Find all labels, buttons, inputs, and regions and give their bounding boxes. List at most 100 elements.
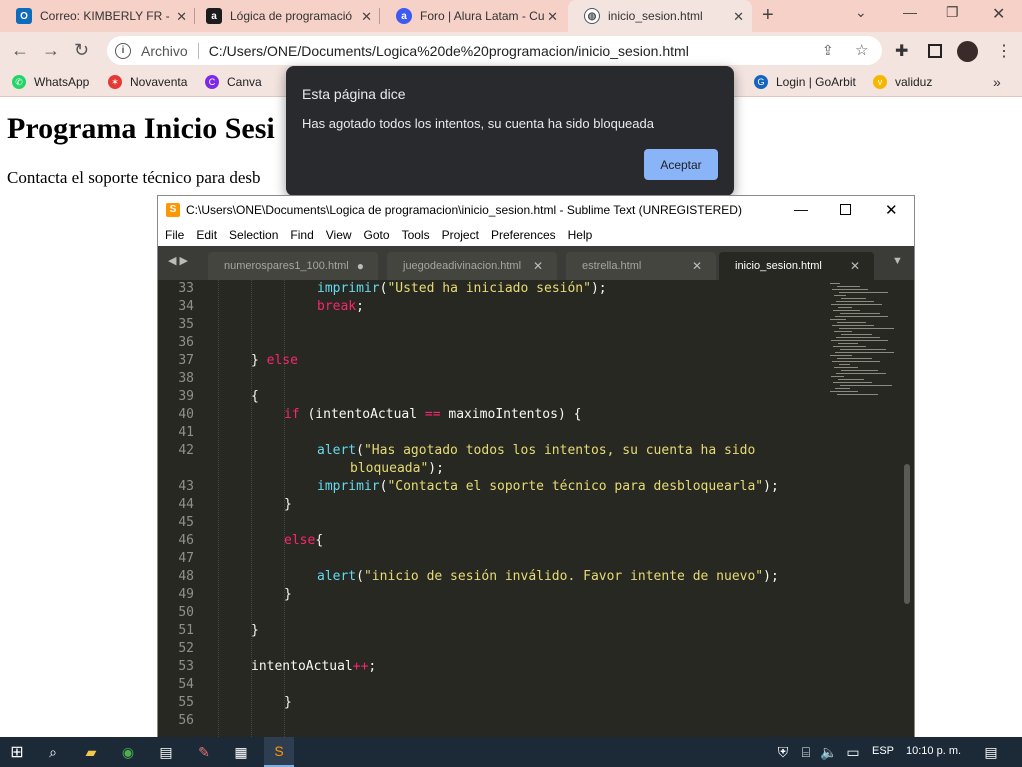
editor-tab-label: estrella.html — [582, 260, 642, 272]
close-window-icon[interactable]: ✕ — [992, 4, 1005, 24]
minimize-icon[interactable]: — — [794, 201, 808, 217]
share-icon[interactable]: ⇪ — [822, 42, 834, 59]
editor-scrollbar[interactable] — [904, 464, 910, 604]
reload-icon[interactable]: ↻ — [74, 40, 89, 61]
code-token: == — [424, 407, 441, 422]
bookmark-goarbit[interactable]: G Login | GoArbit — [754, 75, 856, 89]
browser-tab[interactable]: a Foro | Alura Latam - Cu ✕ — [380, 0, 566, 32]
notifications-icon[interactable]: ▤ — [980, 742, 1002, 762]
close-tab-icon[interactable]: ✕ — [692, 259, 702, 273]
windows-taskbar: ⊞ ⌕ ▰ ◉ ▤ ✎ ▦ S ⛨ ⌸ 🔈 ▭ ESP 10:10 p. m. … — [0, 737, 1022, 767]
display-icon[interactable]: ▭ — [842, 742, 864, 762]
editor-tab[interactable]: estrella.html ✕ — [566, 252, 716, 280]
close-tab-icon[interactable]: ✕ — [547, 9, 558, 25]
restore-icon[interactable]: ❐ — [946, 4, 959, 21]
browser-tab[interactable]: a Lógica de programació ✕ — [190, 0, 380, 32]
notepad-icon[interactable]: ▤ — [155, 742, 177, 762]
minimap-line — [836, 373, 886, 374]
editor-tab[interactable]: juegodeadivinacion.html ✕ — [387, 252, 557, 280]
bookmark-whatsapp[interactable]: ✆ WhatsApp — [12, 75, 89, 89]
volume-icon[interactable]: 🔈 — [818, 742, 840, 762]
calculator-icon[interactable]: ▦ — [230, 742, 252, 762]
editor-tab-label: numerospares1_100.html — [224, 260, 349, 272]
dialog-title: Esta página dice — [302, 86, 406, 102]
menu-item-project[interactable]: Project — [442, 228, 479, 242]
code-text: intentoActual++; — [251, 658, 376, 676]
clock[interactable]: 10:10 p. m. — [906, 745, 961, 757]
file-explorer-icon[interactable]: ▰ — [80, 742, 102, 762]
menu-item-help[interactable]: Help — [568, 228, 593, 242]
menu-item-find[interactable]: Find — [290, 228, 313, 242]
minimap-line — [831, 340, 888, 341]
minimap[interactable] — [826, 280, 906, 410]
close-window-icon[interactable]: ✕ — [885, 201, 898, 219]
browser-tab[interactable]: O Correo: KIMBERLY FR - ✕ — [0, 0, 195, 32]
code-token: { — [315, 533, 324, 548]
new-tab-icon[interactable]: + — [762, 4, 774, 27]
network-icon[interactable]: ⌸ — [795, 742, 817, 762]
search-icon[interactable]: ⌕ — [42, 742, 64, 762]
close-tab-icon[interactable]: ✕ — [850, 259, 860, 273]
paint-icon[interactable]: ✎ — [193, 742, 215, 762]
bookmark-label: WhatsApp — [34, 75, 90, 89]
editor-tab[interactable]: numerospares1_100.html ● — [208, 252, 378, 280]
sublime-taskbar-icon[interactable]: S — [264, 737, 294, 767]
code-text: alert("Has agotado todos los intentos, s… — [317, 442, 755, 460]
close-tab-icon[interactable]: ✕ — [176, 9, 187, 25]
forward-icon[interactable]: → — [42, 40, 60, 61]
editor-tab-label: inicio_sesion.html — [735, 260, 822, 272]
more-bookmarks-icon[interactable]: » — [993, 74, 1001, 90]
bookmark-validuz[interactable]: v validuz — [873, 75, 932, 89]
code-token: intentoActual — [251, 659, 353, 674]
security-icon[interactable]: ⛨ — [772, 742, 794, 762]
menu-item-view[interactable]: View — [326, 228, 352, 242]
window-title: C:\Users\ONE\Documents\Logica de program… — [186, 203, 742, 217]
chrome-icon[interactable]: ◉ — [117, 742, 139, 762]
minimap-line — [833, 382, 872, 383]
bookmark-novaventa[interactable]: ✶ Novaventa — [108, 75, 187, 89]
menu-item-goto[interactable]: Goto — [364, 228, 390, 242]
address-bar[interactable]: i Archivo C:/Users/ONE/Documents/Logica%… — [107, 36, 882, 65]
bookmark-star-icon[interactable]: ☆ — [855, 41, 868, 59]
tab-dropdown-icon[interactable]: ▼ — [892, 255, 903, 267]
info-icon[interactable]: i — [115, 42, 131, 59]
code-token: ( — [356, 569, 364, 584]
extensions-icon[interactable]: ✚ — [895, 41, 908, 61]
side-panel-icon[interactable] — [928, 44, 942, 58]
sublime-logo-icon: S — [166, 203, 180, 217]
code-editor[interactable]: 33 imprimir("Usted ha iniciado sesión"); 3… — [158, 280, 914, 739]
code-token: ); — [763, 569, 779, 584]
bookmark-canva[interactable]: C Canva — [205, 75, 262, 89]
editor-tab-bar: ◀ ▶ numerospares1_100.html ● juegodeadiv… — [158, 246, 914, 280]
tab-search-icon[interactable]: ⌄ — [855, 4, 867, 21]
code-token: break — [317, 299, 357, 314]
accept-button[interactable]: Aceptar — [644, 149, 718, 180]
editor-tab-active[interactable]: inicio_sesion.html ✕ — [719, 252, 874, 280]
close-tab-icon[interactable]: ✕ — [361, 9, 372, 25]
tab-nav-arrows-icon[interactable]: ◀ ▶ — [168, 254, 188, 267]
close-tab-icon[interactable]: ✕ — [733, 9, 744, 25]
code-text: } — [284, 694, 292, 712]
language-indicator[interactable]: ESP — [872, 745, 894, 757]
tab-title: Foro | Alura Latam - Cu — [420, 9, 545, 23]
menu-item-selection[interactable]: Selection — [229, 228, 278, 242]
menu-item-tools[interactable]: Tools — [402, 228, 430, 242]
maximize-icon[interactable] — [840, 204, 851, 215]
url-text: C:/Users/ONE/Documents/Logica%20de%20pro… — [208, 42, 689, 59]
close-tab-icon[interactable]: ✕ — [533, 259, 543, 273]
avatar[interactable] — [957, 41, 978, 62]
menu-item-file[interactable]: File — [165, 228, 184, 242]
menu-icon[interactable]: ⋮ — [996, 41, 1012, 61]
code-token: else — [284, 533, 316, 548]
browser-tab-active[interactable]: ◍ inicio_sesion.html ✕ — [568, 0, 752, 32]
minimap-line — [838, 343, 858, 344]
menu-item-edit[interactable]: Edit — [196, 228, 217, 242]
code-token: } — [284, 587, 292, 602]
unsaved-dot-icon[interactable]: ● — [357, 259, 364, 273]
minimize-icon[interactable]: — — [903, 4, 917, 20]
code-token: ; — [356, 299, 364, 314]
start-icon[interactable]: ⊞ — [6, 742, 28, 762]
dialog-message: Has agotado todos los intentos, su cuent… — [302, 116, 654, 131]
menu-item-preferences[interactable]: Preferences — [491, 228, 556, 242]
back-icon[interactable]: ← — [11, 40, 29, 61]
